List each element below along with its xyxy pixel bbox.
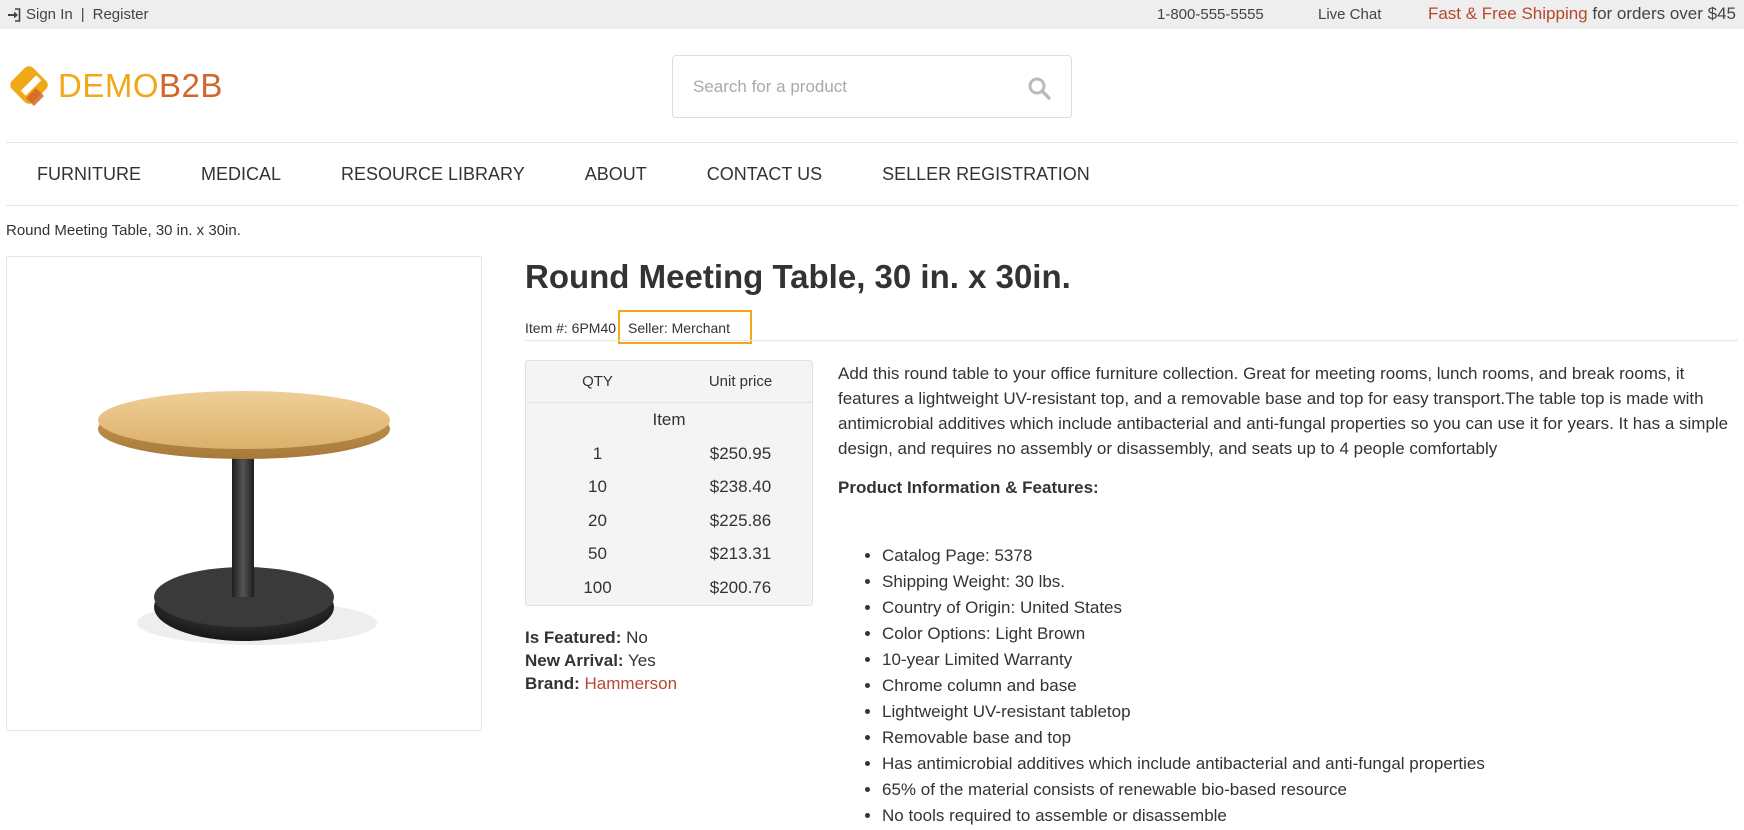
main-nav: FURNITURE MEDICAL RESOURCE LIBRARY ABOUT… <box>6 143 1738 205</box>
new-arrival-value: Yes <box>628 651 656 670</box>
logo-mark-icon <box>10 66 48 106</box>
list-item: 65% of the material consists of renewabl… <box>882 777 1485 803</box>
list-item: Removable base and top <box>882 725 1485 751</box>
price-group-label: Item <box>652 410 686 429</box>
list-item: Has antimicrobial additives which includ… <box>882 751 1485 777</box>
price-cell: $225.86 <box>709 510 772 530</box>
product-title: Round Meeting Table, 30 in. x 30in. <box>525 258 1071 295</box>
register-link[interactable]: Register <box>93 6 149 23</box>
shipping-promo-highlight: Fast & Free Shipping <box>1427 4 1588 23</box>
nav-item-seller-registration[interactable]: SELLER REGISTRATION <box>882 164 1090 185</box>
nav-divider <box>6 205 1738 206</box>
qty-cell: 20 <box>588 510 607 530</box>
price-cell: $238.40 <box>709 477 772 497</box>
seller-label: Seller: Merchant <box>618 310 752 344</box>
table-row: 1 $250.95 <box>526 437 812 471</box>
is-featured-value: No <box>626 628 648 647</box>
logo-text: DEMOB2B <box>58 67 223 105</box>
product-attributes: Is Featured: No New Arrival: Yes Brand: … <box>525 626 677 695</box>
table-row: 100 $200.76 <box>526 571 812 605</box>
sign-in-link[interactable]: Sign In <box>26 6 73 23</box>
breadcrumb: Round Meeting Table, 30 in. x 30in. <box>6 222 241 239</box>
sign-in-icon[interactable] <box>7 7 21 22</box>
price-cell: $250.95 <box>709 443 772 463</box>
features-list: Catalog Page: 5378 Shipping Weight: 30 l… <box>862 543 1485 829</box>
new-arrival-label: New Arrival: <box>525 651 624 670</box>
search-box <box>672 55 1072 118</box>
search-icon[interactable] <box>1027 76 1051 100</box>
account-links: Sign In | Register <box>7 6 148 23</box>
brand-label: Brand: <box>525 674 580 693</box>
item-number: Item #: 6PM40 <box>525 320 617 336</box>
price-table: QTY Unit price Item 1 $250.95 10 $238.40 2… <box>525 360 813 606</box>
product-image[interactable] <box>6 256 482 731</box>
list-item: No tools required to assemble or disasse… <box>882 803 1485 829</box>
title-divider <box>525 340 1738 341</box>
list-item: Lightweight UV-resistant tabletop <box>882 699 1485 725</box>
top-utility-bar: Sign In | Register 1-800-555-5555 Live C… <box>0 0 1744 29</box>
phone-number-link[interactable]: 1-800-555-5555 <box>1157 6 1264 23</box>
qty-cell: 100 <box>583 577 612 597</box>
nav-item-medical[interactable]: MEDICAL <box>201 164 281 185</box>
price-cell: $213.31 <box>709 544 772 564</box>
price-table-header: QTY Unit price <box>526 361 812 403</box>
new-arrival-row: New Arrival: Yes <box>525 649 677 672</box>
price-cell: $200.76 <box>709 577 772 597</box>
list-item: 10-year Limited Warranty <box>882 647 1485 673</box>
qty-cell: 10 <box>588 477 607 497</box>
shipping-promo: Fast & Free Shipping for orders over $45 <box>1428 4 1736 24</box>
list-item: Catalog Page: 5378 <box>882 543 1485 569</box>
qty-cell: 50 <box>588 544 607 564</box>
search-input[interactable] <box>693 74 1013 100</box>
table-row: 20 $225.86 <box>526 504 812 538</box>
live-chat-link[interactable]: Live Chat <box>1318 6 1381 23</box>
site-logo[interactable]: DEMOB2B <box>6 62 223 110</box>
nav-item-about[interactable]: ABOUT <box>585 164 647 185</box>
list-item: Chrome column and base <box>882 673 1485 699</box>
features-title: Product Information & Features: <box>838 478 1099 497</box>
nav-item-resource-library[interactable]: RESOURCE LIBRARY <box>341 164 525 185</box>
list-item: Country of Origin: United States <box>882 595 1485 621</box>
unit-price-column-header: Unit price <box>708 373 773 390</box>
round-table-image <box>98 391 390 645</box>
qty-cell: 1 <box>592 443 603 463</box>
logo-text-demo: DEMO <box>58 67 159 104</box>
logo-text-b2b: B2B <box>159 67 223 104</box>
nav-item-contact-us[interactable]: CONTACT US <box>707 164 822 185</box>
brand-row: Brand: Hammerson <box>525 672 677 695</box>
product-description: Add this round table to your office furn… <box>838 364 1729 458</box>
shipping-promo-text: for orders over $45 <box>1587 4 1736 23</box>
list-item: Color Options: Light Brown <box>882 621 1485 647</box>
is-featured-row: Is Featured: No <box>525 626 677 649</box>
table-row: 50 $213.31 <box>526 538 812 572</box>
topbar-separator: | <box>80 6 85 23</box>
qty-column-header: QTY <box>582 373 613 390</box>
list-item: Shipping Weight: 30 lbs. <box>882 569 1485 595</box>
is-featured-label: Is Featured: <box>525 628 622 647</box>
nav-item-furniture[interactable]: FURNITURE <box>37 164 141 185</box>
brand-link[interactable]: Hammerson <box>585 674 678 693</box>
table-row: 10 $238.40 <box>526 471 812 505</box>
